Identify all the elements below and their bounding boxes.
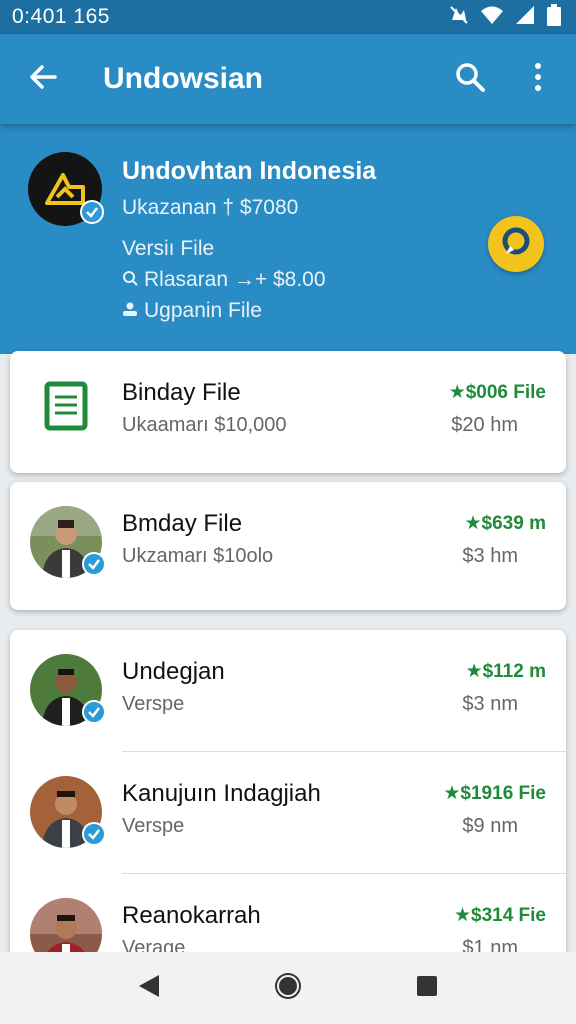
item-title: Undegjan — [122, 658, 225, 685]
header-detail-row: Rlasaran →+ $8.00 — [122, 268, 326, 292]
file-card: Binday File Ukaamarı $10,000 ★$006 File … — [10, 351, 566, 473]
section-label: Versiı File — [122, 237, 215, 260]
item-subtitle: Ukaamarı $10,000 — [122, 414, 287, 436]
avatar — [30, 506, 106, 578]
item-subtitle: Verspe — [122, 815, 185, 837]
profile-logo — [28, 152, 104, 226]
chat-icon — [498, 224, 534, 265]
item-subtitle: Verspe — [122, 693, 185, 715]
file-card: Bmday File Ukzamarı $10olo ★$639 m $3 hm — [10, 482, 566, 610]
header-detail-text: Rlasaran →+ $8.00 — [144, 268, 326, 291]
list-item[interactable]: Undegjan Verspe ★$112 m $3 nm — [10, 630, 566, 752]
header-detail-text: Ugpanin File — [144, 299, 262, 322]
item-price: ★$314 Fie — [453, 905, 546, 926]
avatar — [30, 654, 106, 726]
item-time: $9 nm — [462, 815, 518, 837]
search-icon — [454, 61, 486, 98]
item-time: $3 hm — [462, 545, 518, 567]
item-price: ★$1916 Fie — [443, 783, 546, 804]
item-time: $3 nm — [462, 693, 518, 715]
signal-icon — [514, 5, 536, 30]
home-circle-icon — [272, 970, 304, 1007]
chat-fab-button[interactable] — [488, 216, 544, 272]
item-subtitle: Verage — [122, 937, 186, 952]
document-icon — [44, 381, 88, 436]
person-icon — [122, 299, 138, 323]
verified-badge-icon — [82, 822, 106, 846]
page-title: Undowsian — [103, 62, 264, 95]
more-options-button[interactable] — [514, 55, 562, 103]
nav-back-button[interactable] — [125, 964, 173, 1012]
item-time: $20 hm — [451, 414, 518, 436]
item-title: Kanujuın Indagjiah — [122, 780, 321, 807]
contacts-card: Undegjan Verspe ★$112 m $3 nm Kanujuın I… — [10, 630, 566, 952]
profile-header: Undovhtan Indonesia Ukazanan † $7080 Ver… — [0, 124, 576, 354]
item-title: Reanokarrah — [122, 902, 261, 929]
item-title: Bmday File — [122, 510, 243, 537]
mute-icon — [448, 4, 470, 31]
avatar — [30, 776, 106, 848]
verified-badge-icon — [82, 552, 106, 576]
item-price: ★$006 File — [448, 382, 546, 403]
item-time: $1 nm — [462, 937, 518, 952]
profile-name: Undovhtan Indonesia — [122, 157, 377, 185]
list-item[interactable]: Bmday File Ukzamarı $10olo ★$639 m $3 hm — [10, 482, 566, 610]
wifi-icon — [480, 5, 504, 30]
list-item[interactable]: Binday File Ukaamarı $10,000 ★$006 File … — [10, 351, 566, 473]
search-button[interactable] — [446, 55, 494, 103]
header-detail-row: Ugpanin File — [122, 299, 262, 323]
avatar — [30, 898, 102, 952]
nav-home-button[interactable] — [264, 964, 312, 1012]
item-price: ★$639 m — [464, 513, 546, 534]
item-subtitle: Ukzamarı $10olo — [122, 545, 274, 567]
status-bar: 0:401 165 — [0, 0, 576, 34]
verified-badge-icon — [82, 700, 106, 724]
search-icon — [122, 268, 138, 292]
status-icons — [448, 3, 562, 31]
verified-badge-icon — [80, 200, 104, 224]
app-bar: Undowsian — [0, 34, 576, 124]
nav-recents-button[interactable] — [403, 964, 451, 1012]
status-time: 0:401 165 — [12, 5, 110, 28]
battery-icon — [546, 3, 562, 31]
item-title: Binday File — [122, 379, 241, 406]
back-triangle-icon — [135, 972, 163, 1005]
brand-logo-icon — [45, 173, 85, 205]
recents-square-icon — [415, 974, 439, 1003]
back-button[interactable] — [18, 54, 68, 104]
profile-subtitle: Ukazanan † $7080 — [122, 196, 299, 219]
system-nav-bar — [0, 952, 576, 1024]
list-item[interactable]: Kanujuın Indagjiah Verspe ★$1916 Fie $9 … — [10, 752, 566, 874]
item-price: ★$112 m — [465, 661, 546, 682]
more-vert-icon — [533, 62, 543, 97]
back-arrow-icon — [27, 61, 59, 98]
list-item[interactable]: Reanokarrah Verage ★$314 Fie $1 nm — [10, 874, 566, 952]
